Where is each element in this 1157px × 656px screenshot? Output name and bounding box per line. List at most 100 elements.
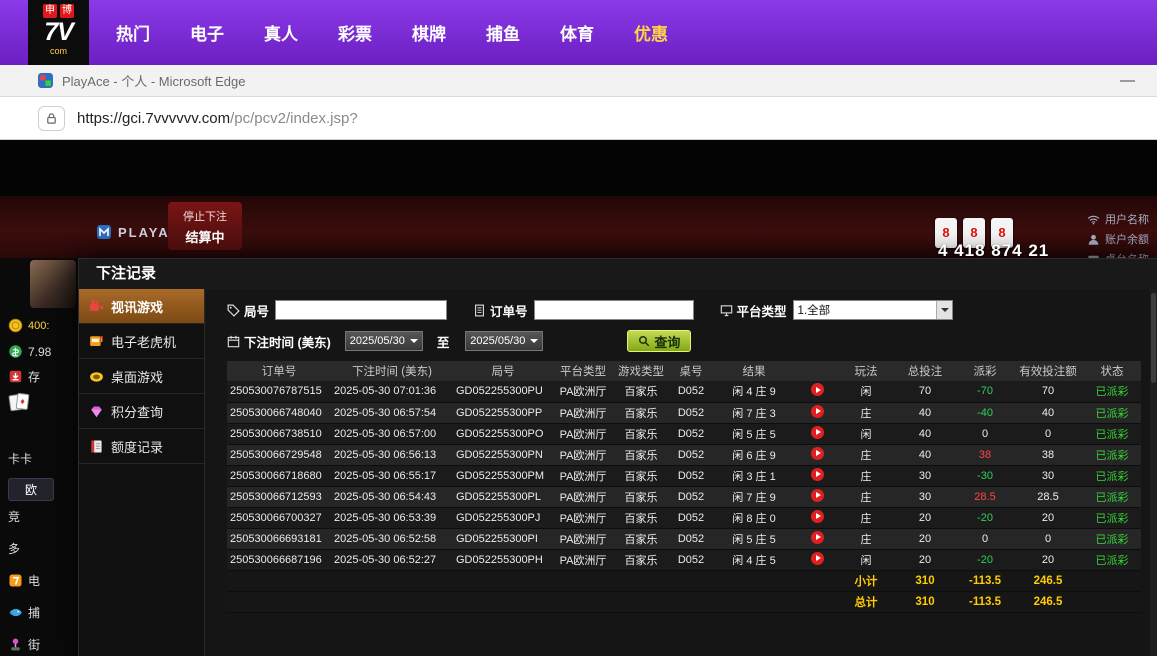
fish-icon	[8, 605, 23, 620]
sidebar-item[interactable]: 欧	[8, 478, 54, 501]
modal-scrollbar[interactable]	[1150, 289, 1157, 656]
round-label: 局号	[244, 301, 269, 320]
cell-time: 2025-05-30 06:55:17	[331, 465, 453, 486]
sidebar-item[interactable]: 7.98	[8, 344, 51, 359]
sidebar-item-label: 捕	[28, 604, 40, 621]
menu-item-label: 电子老虎机	[111, 332, 176, 351]
replay-icon[interactable]	[811, 383, 824, 396]
cell-game: 百家乐	[613, 465, 669, 486]
replay-icon[interactable]	[811, 405, 824, 418]
cell-table: D052	[669, 444, 713, 465]
replay-icon[interactable]	[811, 468, 824, 481]
replay-icon[interactable]	[811, 552, 824, 565]
round-input[interactable]	[275, 300, 447, 320]
nav-item[interactable]: 体育	[540, 20, 614, 45]
column-header: 局号	[453, 361, 553, 381]
cell-play: 闲	[839, 549, 893, 570]
address-bar[interactable]: https://gci.7vvvvvv.com/pc/pcv2/index.js…	[77, 110, 358, 127]
modal-body: 视讯游戏电子老虎机桌面游戏积分查询额度记录 局号 订单号 平台类型 1.全部	[79, 289, 1157, 656]
nav-item[interactable]: 优惠	[614, 20, 688, 45]
platform-label: 平台类型	[737, 301, 787, 320]
replay-icon[interactable]	[811, 531, 824, 544]
nav-item[interactable]: 电子	[170, 20, 244, 45]
platform-select[interactable]: 1.全部	[793, 300, 953, 320]
replay-icon[interactable]	[811, 489, 824, 502]
avatar[interactable]	[30, 260, 76, 308]
date-to-value: 2025/05/30	[470, 335, 525, 347]
logo-brand: 7V	[28, 18, 89, 47]
empty-cell	[669, 570, 713, 591]
cell-play: 庄	[839, 507, 893, 528]
url-path: /pc/pcv2/index.jsp?	[230, 110, 358, 127]
sidebar-item[interactable]: 捕	[8, 604, 40, 621]
cell-order: 250530066693181	[227, 528, 331, 549]
cell-time: 2025-05-30 06:53:39	[331, 507, 453, 528]
cell-round: GD052255300PL	[453, 486, 553, 507]
modal-menu-item[interactable]: 视讯游戏	[79, 289, 204, 324]
column-header: 桌号	[669, 361, 713, 381]
cell-bet: 70	[893, 381, 957, 402]
date-to-dropdown[interactable]: 2025/05/30	[465, 331, 543, 351]
cell-platform: PA欧洲厅	[553, 507, 613, 528]
top-nav: 申 博 7V com 热门电子真人彩票棋牌捕鱼体育优惠	[0, 0, 1157, 65]
date-from-dropdown[interactable]: 2025/05/30	[345, 331, 423, 351]
cell-game: 百家乐	[613, 423, 669, 444]
cell-game: 百家乐	[613, 402, 669, 423]
search-button[interactable]: 查询	[627, 330, 691, 352]
modal-menu: 视讯游戏电子老虎机桌面游戏积分查询额度记录	[79, 289, 205, 656]
order-input[interactable]	[534, 300, 694, 320]
replay-icon[interactable]	[811, 426, 824, 439]
modal-menu-item[interactable]: 电子老虎机	[79, 324, 204, 359]
column-header: 平台类型	[553, 361, 613, 381]
order-doc-icon	[473, 304, 486, 317]
modal-menu-item[interactable]: 桌面游戏	[79, 359, 204, 394]
replay-icon[interactable]	[811, 510, 824, 523]
sidebar-item[interactable]: 街	[8, 636, 40, 653]
summary-label: 小计	[839, 570, 893, 591]
brand-logo[interactable]: 申 博 7V com	[28, 0, 89, 65]
cell-platform: PA欧洲厅	[553, 549, 613, 570]
scrollbar-thumb[interactable]	[1151, 293, 1156, 383]
sidebar-item[interactable]: 400:	[8, 318, 49, 333]
cell-bet: 40	[893, 444, 957, 465]
sidebar-item[interactable]: 存	[8, 368, 40, 385]
cell-platform: PA欧洲厅	[553, 402, 613, 423]
cell-play: 庄	[839, 402, 893, 423]
nav-item[interactable]: 棋牌	[392, 20, 466, 45]
cell-payout: 0	[957, 423, 1013, 444]
sidebar-item[interactable]: 电	[8, 572, 40, 589]
column-header: 下注时间 (美东)	[331, 361, 453, 381]
bet-table: 订单号下注时间 (美东)局号平台类型游戏类型桌号结果玩法总投注派彩有效投注额状态…	[227, 361, 1141, 613]
cell-status: 已派彩	[1083, 402, 1141, 423]
empty-cell	[795, 591, 839, 612]
table-row: 2505300667385102025-05-30 06:57:00GD0522…	[227, 423, 1141, 444]
nav-item[interactable]: 彩票	[318, 20, 392, 45]
cell-game: 百家乐	[613, 549, 669, 570]
minimize-button[interactable]: —	[1112, 72, 1143, 89]
site-permissions-button[interactable]	[38, 106, 65, 131]
cell-order: 250530066729548	[227, 444, 331, 465]
sidebar-item[interactable]	[8, 390, 30, 416]
modal-menu-item[interactable]: 额度记录	[79, 429, 204, 464]
sidebar-item-label: 400:	[28, 320, 49, 332]
nav-item[interactable]: 真人	[244, 20, 318, 45]
cell-bet: 30	[893, 486, 957, 507]
replay-icon[interactable]	[811, 447, 824, 460]
replay-cell	[795, 444, 839, 465]
cell-status: 已派彩	[1083, 423, 1141, 444]
sidebar-item[interactable]: 卡卡	[8, 450, 32, 467]
sidebar-item[interactable]: 竞	[8, 508, 20, 525]
column-header: 订单号	[227, 361, 331, 381]
cell-result: 闲 7 庄 9	[713, 486, 795, 507]
logo-sub: com	[28, 47, 89, 56]
date-from-value: 2025/05/30	[350, 335, 405, 347]
nav-item[interactable]: 热门	[96, 20, 170, 45]
sidebar-item-label: 欧	[8, 478, 54, 501]
lock-icon	[45, 112, 58, 125]
modal-menu-item[interactable]: 积分查询	[79, 394, 204, 429]
cell-round: GD052255300PM	[453, 465, 553, 486]
empty-cell	[553, 570, 613, 591]
sidebar-item[interactable]: 多	[8, 540, 20, 557]
nav-item[interactable]: 捕鱼	[466, 20, 540, 45]
modal-title: 下注记录	[79, 259, 1157, 289]
